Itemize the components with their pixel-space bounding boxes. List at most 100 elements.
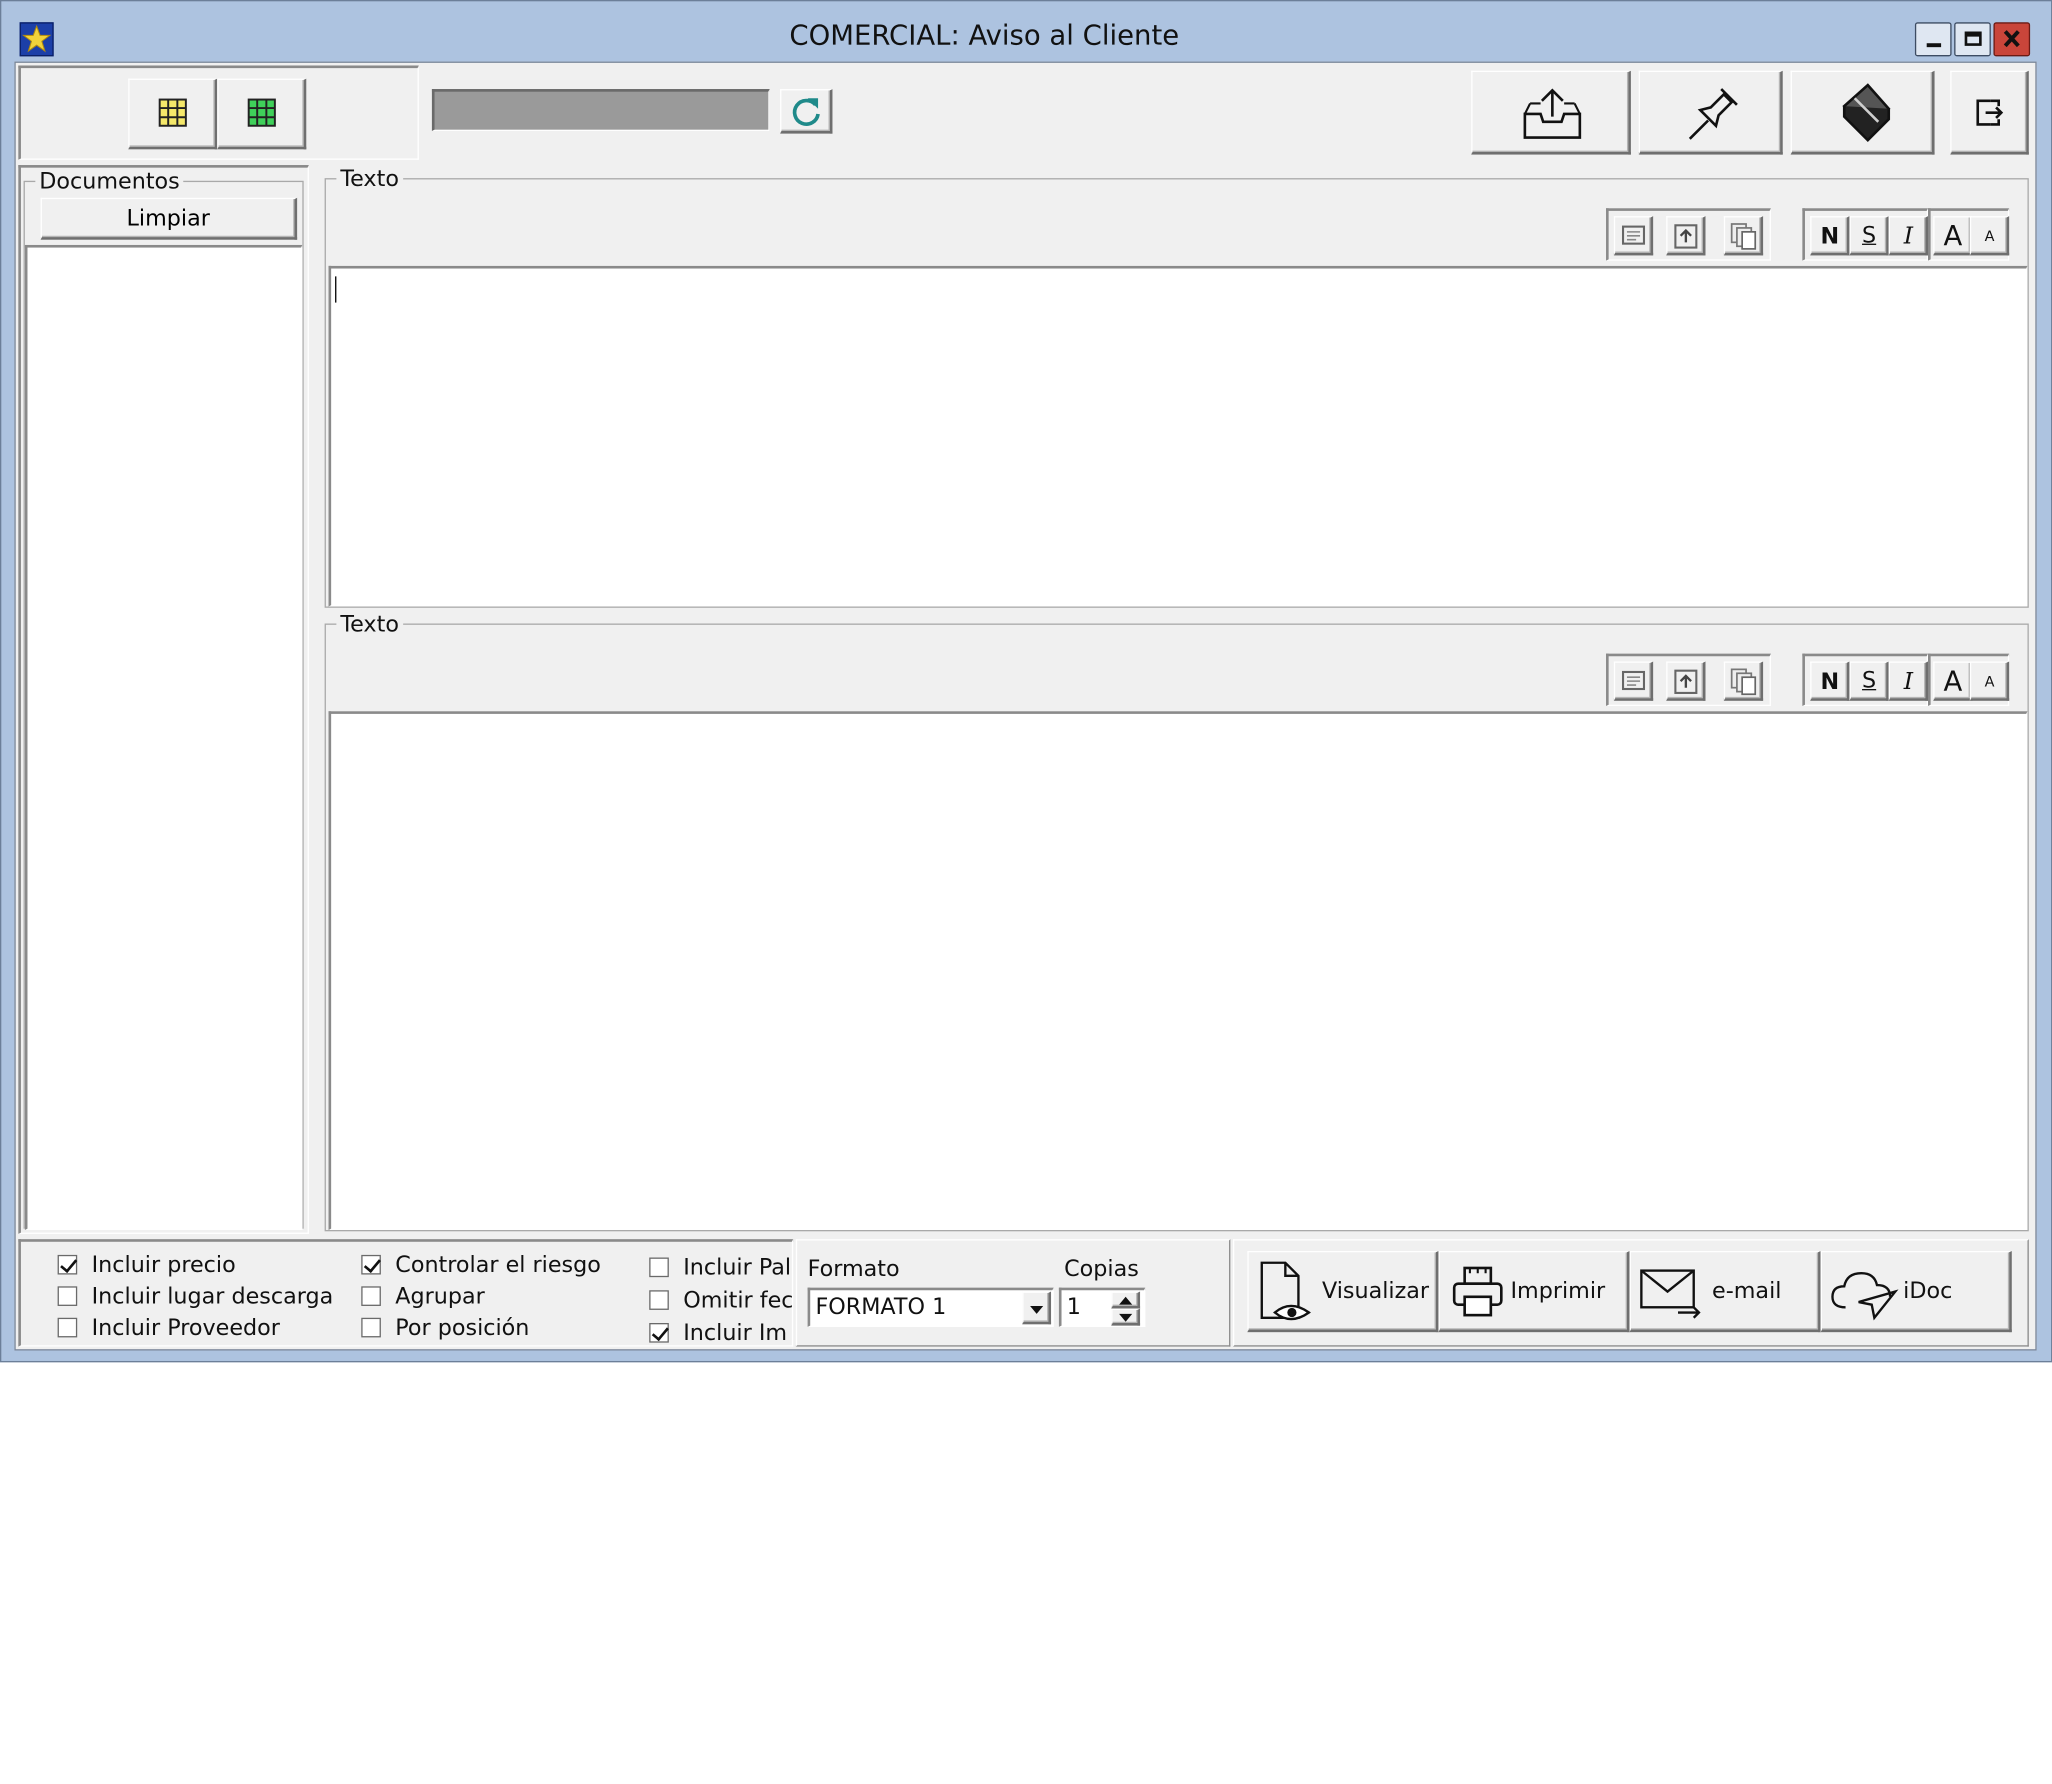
agrupar-checkbox[interactable] [361,1286,381,1306]
italic-label: I [1903,668,1914,696]
texto-bottom-grow-font-button[interactable]: A [1933,661,1973,701]
pin-button[interactable] [1638,70,1783,155]
email-button[interactable]: e-mail [1629,1250,1821,1333]
copias-spinner[interactable]: 1 [1058,1287,1146,1327]
por-posicion-checkbox[interactable] [361,1317,381,1338]
limpiar-button-label: Limpiar [126,205,210,232]
close-button[interactable] [1993,22,2031,57]
documentos-groupbox: Documentos Limpiar [23,168,304,1230]
incluir-im-checkbox[interactable] [649,1322,669,1343]
minimize-icon [1926,43,1942,48]
client-area: Documentos Limpiar Texto N S I A A Texto… [14,61,2037,1351]
shrink-font-label: A [1984,673,1995,691]
documentos-panel: Documentos Limpiar [18,165,309,1234]
texto-bottom-toolbar: N S I A A [328,643,2025,712]
printer-icon [1452,1266,1503,1317]
exit-icon [1976,99,2004,126]
por-posicion-label: Por posición [395,1315,530,1342]
maximize-button[interactable] [1954,22,1991,57]
formato-dropdown-button[interactable] [1022,1291,1052,1325]
grid-yellow-icon [158,98,187,127]
idoc-label: iDoc [1903,1278,1953,1305]
texto-top-grow-font-button[interactable]: A [1933,216,1973,256]
formato-label: Formato [807,1256,900,1283]
texto-top-italic-button[interactable]: I [1888,216,1929,256]
formato-select[interactable]: FORMATO 1 [807,1287,1054,1327]
copias-up-button[interactable] [1111,1291,1141,1309]
controlar-riesgo-checkbox[interactable] [361,1254,381,1275]
texto-bottom-underline-button[interactable]: S [1849,661,1889,701]
documentos-legend: Documentos [35,168,184,196]
texto-top-bold-button[interactable]: N [1810,216,1850,256]
copias-value: 1 [1066,1294,1081,1321]
documentos-list[interactable] [24,244,303,1230]
copy-pages-icon [1730,223,1757,250]
underline-label: S [1862,222,1877,249]
underline-label: S [1862,668,1877,695]
grid-green-icon [247,98,276,127]
omitir-fec-label: Omitir fec [683,1287,794,1314]
copias-down-button[interactable] [1111,1308,1141,1326]
texto-top-copy-button[interactable] [1723,216,1764,256]
exit-button[interactable] [1950,70,2029,155]
upload-button[interactable] [1471,70,1631,155]
imprimir-button[interactable]: Imprimir [1438,1250,1630,1333]
grid-green-button[interactable] [217,78,307,150]
title-bar[interactable]: COMERCIAL: Aviso al Cliente [1,1,2051,61]
shrink-font-label: A [1984,227,1995,245]
texto-bottom-legend: Texto [336,611,403,638]
text-cursor [335,276,337,303]
actions-panel: Visualizar Imprimir e-mail iDoc [1232,1239,2029,1347]
texto-bottom-bold-button[interactable]: N [1810,661,1850,701]
visualizar-button[interactable]: Visualizar [1247,1250,1439,1333]
application-window: COMERCIAL: Aviso al Cliente Documentos L… [0,0,2052,1363]
cloud-send-icon [1831,1272,1899,1321]
erase-button[interactable] [1790,70,1935,155]
formato-select-value: FORMATO 1 [815,1294,947,1321]
texto-top-shrink-font-button[interactable]: A [1969,216,2010,256]
texto-bottom-editor[interactable] [328,711,2028,1230]
texto-bottom-note-button[interactable] [1613,661,1654,701]
incluir-proveedor-checkbox[interactable] [57,1317,78,1338]
idoc-button[interactable]: iDoc [1820,1250,2012,1333]
texto-top-edit-group [1606,208,1771,261]
copy-pages-icon [1730,668,1757,696]
incluir-precio-checkbox[interactable] [57,1254,78,1275]
visualizar-label: Visualizar [1321,1278,1430,1305]
texto-top-legend: Texto [336,166,403,193]
incluir-pal-label: Incluir Pal [683,1254,792,1282]
incluir-im-label: Incluir Im [683,1320,788,1347]
incluir-pal-checkbox[interactable] [649,1257,669,1278]
window-title: COMERCIAL: Aviso al Cliente [789,19,1180,52]
incluir-lugar-descarga-label: Incluir lugar descarga [91,1283,334,1310]
refresh-button[interactable] [780,89,833,134]
paste-up-icon [1674,224,1698,249]
omitir-fec-checkbox[interactable] [649,1290,669,1310]
spin-up-icon [1119,1296,1133,1305]
grow-font-label: A [1943,665,1963,697]
incluir-lugar-descarga-checkbox[interactable] [57,1286,78,1306]
spin-down-icon [1119,1313,1133,1322]
texto-bottom-size-group: A A [1928,653,2010,707]
grow-font-label: A [1943,220,1963,252]
texto-top-underline-button[interactable]: S [1849,216,1889,256]
italic-label: I [1903,222,1914,251]
texto-bottom-paste-button[interactable] [1666,661,1706,701]
texto-bottom-italic-button[interactable]: I [1888,661,1929,701]
texto-bottom-style-group: N S I [1802,653,1929,707]
document-eye-icon [1260,1261,1311,1321]
toolbar-left-panel [18,65,419,160]
inbox-upload-icon [1523,88,1582,139]
texto-bottom-copy-button[interactable] [1723,661,1764,701]
grid-yellow-button[interactable] [128,78,218,150]
incluir-proveedor-label: Incluir Proveedor [91,1315,280,1342]
texto-top-note-button[interactable] [1613,216,1654,256]
maximize-icon [1964,31,1982,46]
texto-top-style-group: N S I [1802,208,1929,261]
texto-top-paste-button[interactable] [1666,216,1706,256]
minimize-button[interactable] [1914,22,1952,57]
texto-top-editor[interactable] [328,265,2028,607]
agrupar-label: Agrupar [395,1283,485,1310]
limpiar-button[interactable]: Limpiar [40,197,298,240]
texto-bottom-shrink-font-button[interactable]: A [1969,661,2010,701]
